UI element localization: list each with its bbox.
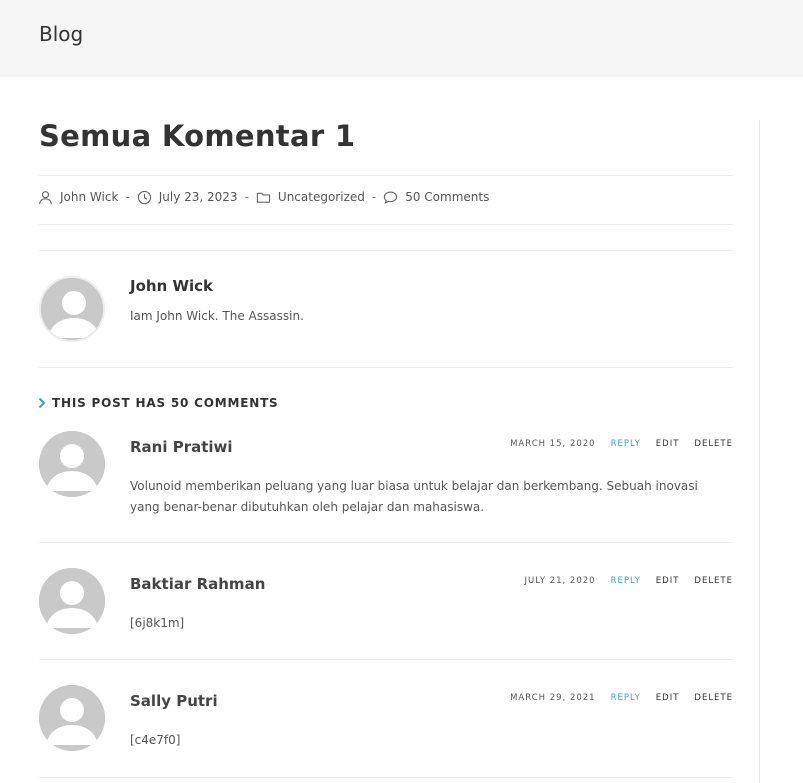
post-title: Semua Komentar 1 bbox=[39, 119, 356, 153]
comments-heading: THIS POST HAS 50 COMMENTS bbox=[38, 396, 279, 410]
reply-link[interactable]: REPLY bbox=[611, 439, 641, 449]
divider bbox=[39, 542, 733, 543]
delete-link[interactable]: DELETE bbox=[694, 693, 733, 703]
delete-link[interactable]: DELETE bbox=[694, 576, 733, 586]
divider bbox=[39, 175, 733, 176]
default-avatar-icon bbox=[39, 431, 105, 497]
divider bbox=[39, 777, 733, 778]
divider bbox=[39, 659, 733, 660]
comment-author: Baktiar Rahman bbox=[130, 575, 266, 593]
meta-category-link[interactable]: Uncategorized bbox=[278, 190, 365, 204]
author-bio: Iam John Wick. The Assassin. bbox=[130, 309, 304, 323]
comments-heading-text: THIS POST HAS 50 COMMENTS bbox=[52, 396, 279, 410]
meta-comments: 50 Comments bbox=[383, 190, 489, 205]
avatar bbox=[39, 431, 105, 497]
edit-link[interactable]: EDIT bbox=[656, 439, 680, 449]
comment-date[interactable]: MARCH 15, 2020 bbox=[510, 439, 596, 449]
chevron-right-icon bbox=[38, 397, 46, 409]
reply-link[interactable]: REPLY bbox=[611, 693, 641, 703]
comment-author: Sally Putri bbox=[130, 692, 218, 710]
avatar bbox=[39, 568, 105, 634]
comment-icon bbox=[384, 191, 398, 203]
sidebar-divider bbox=[759, 120, 760, 783]
author-name[interactable]: John Wick bbox=[130, 277, 213, 295]
meta-separator: - bbox=[371, 190, 377, 204]
meta-author: John Wick bbox=[38, 190, 118, 205]
reply-link[interactable]: REPLY bbox=[611, 576, 641, 586]
divider bbox=[39, 367, 733, 368]
comment-text: [6j8k1m] bbox=[130, 616, 185, 630]
comment-text: Volunoid memberikan peluang yang luar bi… bbox=[130, 479, 698, 514]
edit-link[interactable]: EDIT bbox=[656, 693, 680, 703]
meta-separator: - bbox=[244, 190, 249, 204]
post-meta: John Wick - July 23, 2023 - Uncategorize… bbox=[38, 188, 489, 206]
comment-actions: JULY 21, 2020 REPLY EDIT DELETE bbox=[524, 576, 733, 586]
meta-comments-link[interactable]: 50 Comments bbox=[405, 190, 489, 204]
comment-date[interactable]: JULY 21, 2020 bbox=[524, 576, 595, 586]
clock-icon bbox=[137, 190, 151, 204]
edit-link[interactable]: EDIT bbox=[656, 576, 680, 586]
site-header: Blog bbox=[0, 0, 803, 77]
divider bbox=[39, 224, 733, 225]
comment-author: Rani Pratiwi bbox=[130, 438, 233, 456]
comment-actions: MARCH 15, 2020 REPLY EDIT DELETE bbox=[510, 439, 733, 449]
meta-author-link[interactable]: John Wick bbox=[60, 190, 118, 204]
comment-actions: MARCH 29, 2021 REPLY EDIT DELETE bbox=[510, 693, 733, 703]
meta-date: July 23, 2023 bbox=[137, 190, 238, 205]
author-box: John Wick Iam John Wick. The Assassin. bbox=[39, 276, 733, 346]
meta-date-text: July 23, 2023 bbox=[158, 190, 238, 204]
comment-date[interactable]: MARCH 29, 2021 bbox=[510, 693, 596, 703]
avatar bbox=[39, 685, 105, 751]
folder-icon bbox=[256, 192, 271, 203]
meta-category: Uncategorized bbox=[256, 190, 365, 205]
comment-text: [c4e7f0] bbox=[130, 733, 181, 747]
avatar bbox=[39, 276, 105, 342]
site-title[interactable]: Blog bbox=[39, 22, 83, 46]
default-avatar-icon bbox=[39, 568, 105, 634]
meta-separator: - bbox=[125, 190, 130, 204]
default-avatar-icon bbox=[41, 278, 103, 340]
divider bbox=[39, 250, 733, 251]
default-avatar-icon bbox=[39, 685, 105, 751]
user-icon bbox=[39, 190, 52, 204]
delete-link[interactable]: DELETE bbox=[694, 439, 733, 449]
